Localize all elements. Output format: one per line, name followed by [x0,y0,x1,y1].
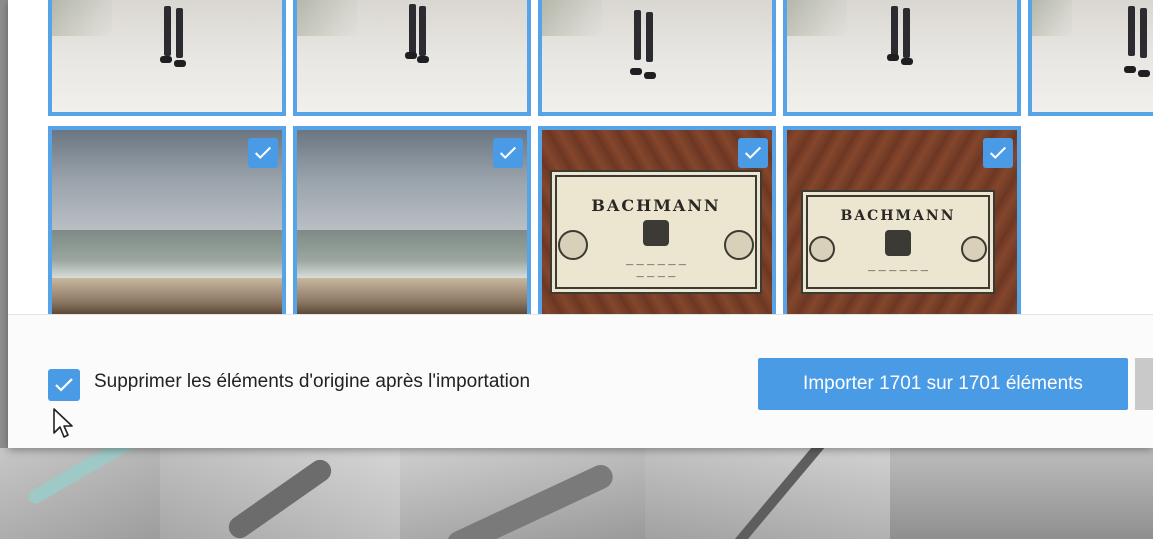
secondary-button[interactable] [1135,358,1153,410]
selected-checkbox[interactable] [493,138,523,168]
checkmark-icon [55,378,73,392]
photo-label-text: BACHMANN [591,196,721,215]
photo-thumbnail[interactable]: BACHMANN — — — — — — [783,126,1021,314]
photo-thumbnail[interactable] [48,0,286,116]
photo-thumbnail[interactable] [293,0,531,116]
background-photo [160,448,400,539]
selected-checkbox[interactable] [983,138,1013,168]
checkmark-icon [499,146,517,160]
background-photo [0,448,160,539]
photo-thumbnail[interactable] [538,0,776,116]
photo-thumbnail[interactable] [783,0,1021,116]
import-button[interactable]: Importer 1701 sur 1701 éléments [758,358,1128,410]
mouse-pointer-icon [53,408,73,438]
checkmark-icon [254,146,272,160]
delete-originals-label[interactable]: Supprimer les éléments d'origine après l… [94,371,530,393]
checkmark-icon [989,146,1007,160]
delete-originals-checkbox[interactable] [48,369,80,401]
background-photo-strip [0,448,1153,539]
background-photo [645,448,890,539]
selected-checkbox[interactable] [738,138,768,168]
photo-thumbnail[interactable]: BACHMANN — — — — — — — — — — [538,126,776,314]
photo-thumbnail[interactable] [293,126,531,314]
background-photo [400,448,645,539]
photo-thumbnail[interactable] [48,126,286,314]
import-options-bar: Supprimer les éléments d'origine après l… [8,314,1153,448]
photo-grid: BACHMANN — — — — — — — — — — BACHMANN — … [8,0,1153,314]
photo-label-text: BACHMANN [840,208,956,224]
photo-thumbnail[interactable] [1028,0,1153,116]
import-dialog: BACHMANN — — — — — — — — — — BACHMANN — … [8,0,1153,448]
background-photo [890,448,1153,539]
selected-checkbox[interactable] [248,138,278,168]
checkmark-icon [744,146,762,160]
